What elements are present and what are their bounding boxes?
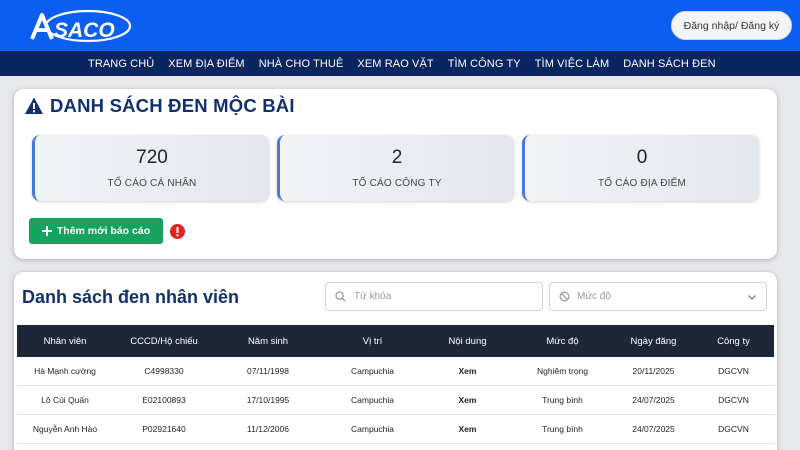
cell-level: Nghiêm trọng bbox=[536, 366, 589, 376]
nav-item-home[interactable]: TRANG CHỦ bbox=[88, 58, 161, 70]
nav-item-jobs[interactable]: TÌM VIỆC LÀM bbox=[528, 58, 617, 70]
summary-card: DANH SÁCH ĐEN MỘC BÀI 720 TỐ CÁO CÁ NHÂN… bbox=[14, 89, 777, 259]
add-report-button[interactable]: Thêm mới báo cáo bbox=[29, 218, 163, 244]
nav-item-companies[interactable]: TÌM CÔNG TY bbox=[441, 58, 528, 70]
warning-icon bbox=[25, 97, 43, 114]
top-header: SACO Đăng nhập/ Đăng ký bbox=[0, 0, 800, 51]
search-icon bbox=[335, 291, 346, 302]
column-header[interactable]: Ngày đăng bbox=[614, 336, 693, 347]
cell-dob: 07/11/1998 bbox=[247, 366, 289, 376]
table-row[interactable]: Lô Cúi Quấn E02100893 17/10/1995 Campuch… bbox=[17, 386, 774, 415]
cell-name: Nguyễn Anh Hào bbox=[32, 424, 98, 434]
cell-id: E02100893 bbox=[142, 395, 186, 405]
stat-label: TỐ CÁO CÔNG TY bbox=[352, 178, 442, 189]
table-row[interactable]: Nguyễn Anh Hào P02921640 11/12/2006 Camp… bbox=[17, 415, 774, 444]
stat-value: 720 bbox=[136, 147, 168, 168]
level-select-value: Mức độ bbox=[577, 291, 611, 302]
login-register-button[interactable]: Đăng nhập/ Đăng ký bbox=[671, 11, 792, 40]
cell-location: Campuchia bbox=[351, 395, 394, 405]
cell-date: 20/11/2025 bbox=[632, 366, 675, 376]
column-header[interactable]: Năm sinh bbox=[215, 336, 321, 347]
column-header[interactable]: Mức độ bbox=[511, 336, 614, 347]
alert-icon[interactable] bbox=[170, 224, 185, 239]
cell-company: DGCVN bbox=[718, 424, 749, 434]
nav-item-classifieds[interactable]: XEM RAO VẶT bbox=[350, 58, 440, 70]
asaco-logo[interactable]: SACO bbox=[28, 9, 133, 43]
view-content-link[interactable]: Xem bbox=[424, 424, 511, 434]
column-header[interactable]: Nội dung bbox=[424, 336, 511, 347]
stat-personal-reports: 720 TỐ CÁO CÁ NHÂN bbox=[32, 135, 269, 201]
page-title-text: DANH SÁCH ĐEN MỘC BÀI bbox=[50, 95, 295, 116]
cell-name: Hà Mạnh cường bbox=[34, 366, 96, 376]
cell-dob: 11/12/2006 bbox=[247, 424, 289, 434]
column-header[interactable]: Vị trí bbox=[321, 336, 424, 347]
view-content-link[interactable]: Xem bbox=[424, 366, 511, 376]
cell-company: DGCVN bbox=[718, 395, 749, 405]
table-header: Nhân viên CCCD/Hộ chiếu Năm sinh Vị trí … bbox=[17, 325, 774, 357]
cell-level: Trung bình bbox=[542, 395, 583, 405]
cell-id: C4998330 bbox=[144, 366, 184, 376]
stat-value: 0 bbox=[636, 147, 648, 168]
search-field[interactable] bbox=[325, 282, 543, 311]
stat-value: 2 bbox=[391, 147, 403, 168]
cell-location: Campuchia bbox=[351, 366, 394, 376]
stat-label: TỐ CÁO ĐỊA ĐIỂM bbox=[597, 178, 686, 189]
blacklist-table: Nhân viên CCCD/Hộ chiếu Năm sinh Vị trí … bbox=[17, 325, 774, 444]
nav-item-rentals[interactable]: NHÀ CHO THUÊ bbox=[252, 58, 351, 70]
column-header[interactable]: Nhân viên bbox=[17, 336, 113, 347]
block-icon bbox=[559, 291, 570, 302]
stat-place-reports: 0 TỐ CÁO ĐỊA ĐIỂM bbox=[522, 135, 759, 201]
cell-date: 24/07/2025 bbox=[632, 424, 675, 434]
column-header[interactable]: CCCD/Hộ chiếu bbox=[113, 336, 215, 347]
cell-dob: 17/10/1995 bbox=[246, 395, 290, 405]
table-row[interactable]: Hà Mạnh cường C4998330 07/11/1998 Campuc… bbox=[17, 357, 774, 386]
add-report-label: Thêm mới báo cáo bbox=[56, 225, 151, 237]
cell-location: Campuchia bbox=[351, 424, 394, 434]
chevron-down-icon bbox=[748, 295, 756, 300]
list-title: Danh sách đen nhân viên bbox=[22, 287, 240, 307]
svg-text:SACO: SACO bbox=[54, 19, 115, 42]
nav-item-places[interactable]: XEM ĐỊA ĐIỂM bbox=[161, 58, 251, 70]
view-content-link[interactable]: Xem bbox=[424, 395, 511, 405]
cell-date: 24/07/2025 bbox=[632, 395, 675, 405]
stat-label: TỐ CÁO CÁ NHÂN bbox=[107, 178, 197, 189]
cell-id: P02921640 bbox=[142, 424, 186, 434]
main-nav: TRANG CHỦ XEM ĐỊA ĐIỂM NHÀ CHO THUÊ XEM … bbox=[0, 51, 800, 76]
plus-icon bbox=[41, 226, 52, 236]
cell-company: DGCVN bbox=[718, 366, 749, 376]
stat-company-reports: 2 TỐ CÁO CÔNG TY bbox=[277, 135, 514, 201]
nav-item-blacklist[interactable]: DANH SÁCH ĐEN bbox=[616, 58, 722, 70]
search-input[interactable] bbox=[354, 291, 534, 302]
column-header[interactable]: Công ty bbox=[693, 336, 774, 347]
level-select[interactable]: Mức độ bbox=[549, 282, 767, 311]
employee-blacklist-card: Danh sách đen nhân viên Mức độ Nhân viên… bbox=[14, 272, 777, 450]
page-title: DANH SÁCH ĐEN MỘC BÀI bbox=[24, 95, 295, 117]
cell-level: Trung bình bbox=[542, 424, 583, 434]
cell-name: Lô Cúi Quấn bbox=[41, 395, 89, 405]
